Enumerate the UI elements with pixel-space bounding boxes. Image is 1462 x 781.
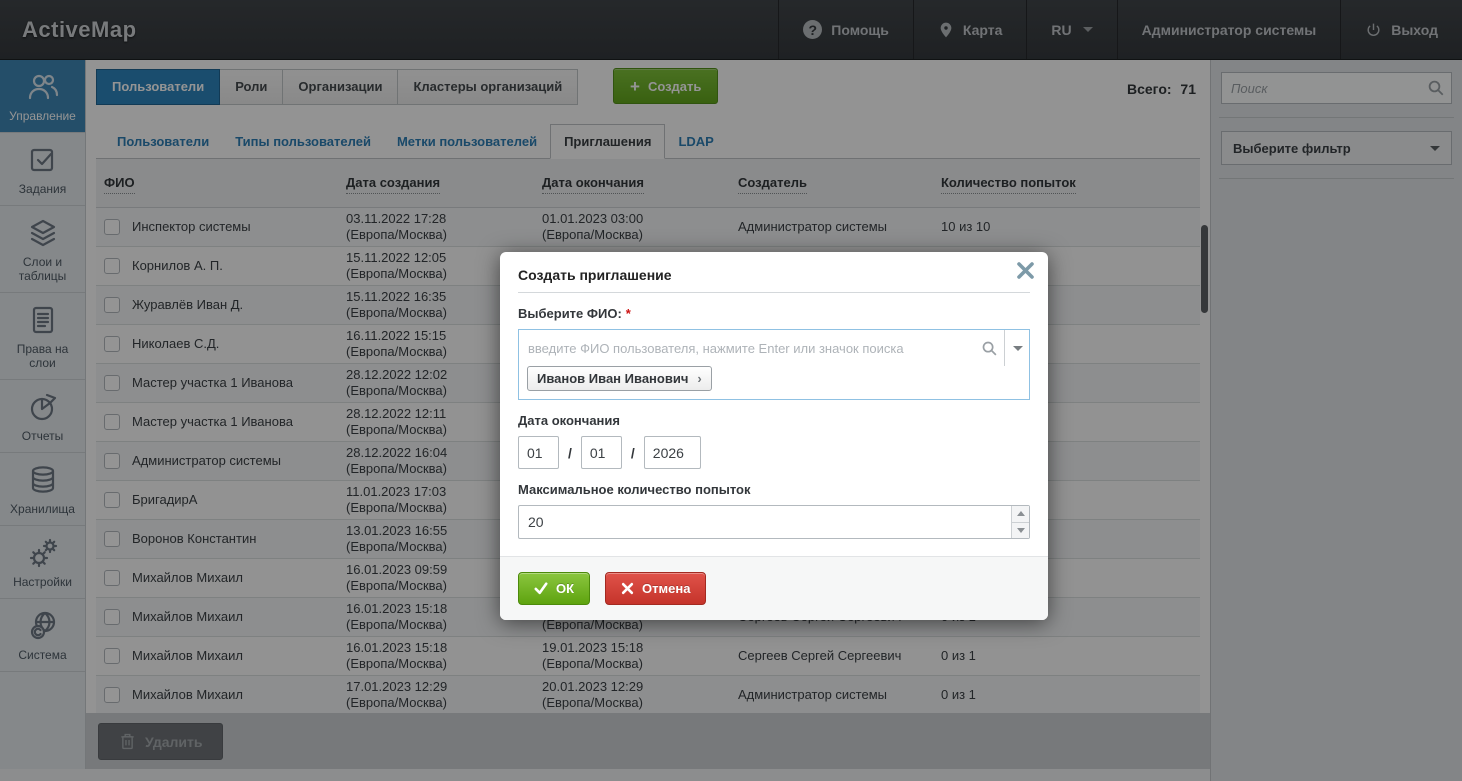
dialog-body: Создать приглашение Выберите ФИО:* Ивано… (500, 252, 1048, 539)
cancel-button-label: Отмена (642, 581, 690, 596)
triangle-up-icon (1017, 511, 1025, 516)
spinner-up-button[interactable] (1012, 506, 1029, 523)
max-attempts-field (518, 505, 1030, 539)
month-input[interactable] (581, 436, 622, 469)
check-icon (534, 582, 548, 595)
fio-field-label: Выберите ФИО:* (518, 306, 1030, 321)
triangle-down-icon (1017, 528, 1025, 533)
selected-user-row: Иванов Иван Иванович (519, 366, 1029, 399)
day-input[interactable] (518, 436, 559, 469)
search-icon[interactable] (981, 340, 998, 357)
close-icon (1016, 261, 1035, 280)
fio-input[interactable] (519, 330, 975, 366)
date-separator: / (568, 445, 572, 461)
selected-user-name: Иванов Иван Иванович (537, 371, 688, 386)
fio-dropdown-button[interactable] (1004, 330, 1029, 366)
ok-button[interactable]: ОК (518, 572, 590, 605)
x-icon (621, 582, 634, 595)
spinner-down-button[interactable] (1012, 523, 1029, 539)
end-date-inputs: / / (518, 436, 1030, 469)
max-attempts-label: Максимальное количество попыток (518, 482, 1030, 497)
create-invitation-dialog: Создать приглашение Выберите ФИО:* Ивано… (500, 252, 1048, 620)
max-attempts-input[interactable] (518, 505, 1030, 539)
number-spinner (1011, 506, 1029, 538)
cancel-button[interactable]: Отмена (605, 572, 706, 605)
dialog-close-button[interactable] (1016, 261, 1035, 285)
chip-arrow-icon (697, 371, 701, 386)
end-date-label: Дата окончания (518, 413, 1030, 428)
dialog-title: Создать приглашение (518, 267, 1030, 293)
ok-button-label: ОК (556, 581, 574, 596)
year-input[interactable] (644, 436, 701, 469)
selected-user-chip[interactable]: Иванов Иван Иванович (527, 366, 712, 391)
fio-combobox: Иванов Иван Иванович (518, 329, 1030, 400)
chevron-down-icon (1013, 346, 1023, 351)
date-separator: / (631, 445, 635, 461)
required-mark: * (626, 306, 631, 321)
dialog-footer: ОК Отмена (500, 556, 1048, 620)
fio-input-row (519, 330, 1029, 366)
